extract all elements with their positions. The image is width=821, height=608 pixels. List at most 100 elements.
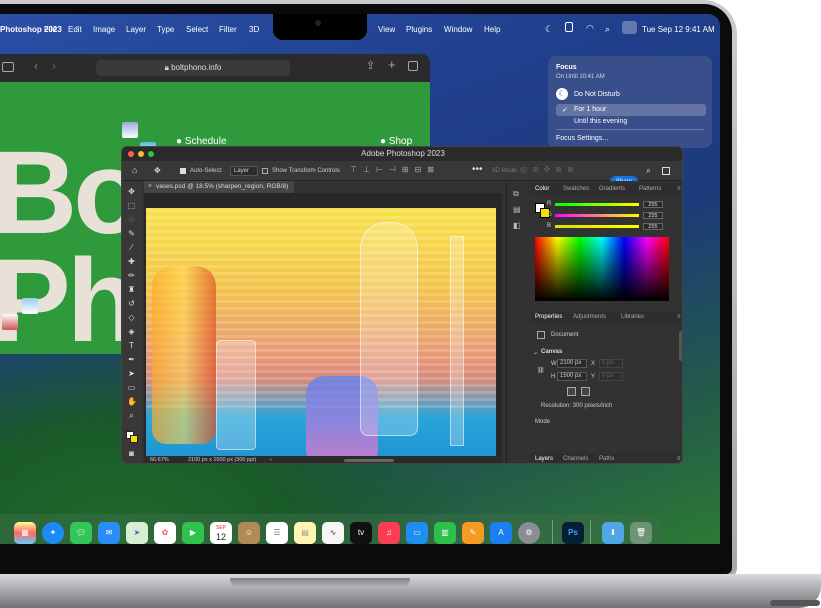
more-options-icon[interactable]: •••: [472, 164, 483, 175]
panel-menu-icon[interactable]: ≡: [677, 183, 681, 195]
g-slider[interactable]: [555, 214, 639, 217]
menu-image[interactable]: Image: [93, 25, 115, 34]
menu-3d[interactable]: 3D: [249, 25, 259, 34]
pages-icon[interactable]: ✎: [462, 522, 484, 544]
x-input[interactable]: 0 px: [599, 359, 623, 368]
photoshop-icon[interactable]: Ps: [562, 522, 584, 544]
menu-file[interactable]: File: [44, 25, 57, 34]
for-one-hour-option[interactable]: For 1 hour: [574, 106, 606, 113]
menu-edit[interactable]: Edit: [68, 25, 82, 34]
close-icon[interactable]: [128, 151, 134, 157]
messages-icon[interactable]: 💬︎: [70, 522, 92, 544]
reminders-icon[interactable]: ☰: [266, 522, 288, 544]
quick-mask-icon[interactable]: ◙: [127, 449, 136, 458]
system-settings-icon[interactable]: ⚙: [518, 522, 540, 544]
quick-select-tool-icon[interactable]: ✎: [127, 229, 136, 238]
menu-window[interactable]: Window: [444, 25, 472, 34]
menu-type[interactable]: Type: [157, 25, 174, 34]
canvas-chevron-icon[interactable]: ⌄: [533, 349, 538, 356]
path-select-icon[interactable]: ➤: [127, 369, 136, 378]
tab-color[interactable]: Color: [535, 183, 549, 195]
layer-dropdown[interactable]: Layer: [230, 166, 258, 176]
lasso-tool-icon[interactable]: ◌: [127, 215, 136, 224]
downloads-folder-icon[interactable]: ⬇: [602, 522, 624, 544]
panel-menu-icon[interactable]: ≡: [677, 453, 681, 463]
dnd-option[interactable]: Do Not Disturb: [574, 91, 620, 98]
sidebar-toggle-icon[interactable]: [2, 62, 14, 72]
healing-brush-icon[interactable]: ✚: [127, 257, 136, 266]
home-icon[interactable]: ⌂: [132, 165, 137, 175]
wifi-icon[interactable]: ◠: [586, 23, 594, 34]
eyedropper-tool-icon[interactable]: ⁄: [127, 243, 136, 252]
document-tab[interactable]: vases.psd @ 18.5% (sharpen_region, RGB/8…: [144, 181, 294, 193]
b-slider[interactable]: [555, 225, 639, 228]
eraser-tool-icon[interactable]: ◇: [127, 313, 136, 322]
auto-select-checkbox[interactable]: [180, 168, 186, 174]
r-value[interactable]: 255: [643, 201, 663, 208]
contacts-icon[interactable]: ☺: [238, 522, 260, 544]
horizontal-scrollbar[interactable]: [344, 459, 394, 462]
vases-photo[interactable]: [146, 208, 496, 463]
history-brush-icon[interactable]: ↺: [127, 299, 136, 308]
rectangle-tool-icon[interactable]: ▭: [127, 383, 136, 392]
menu-filter[interactable]: Filter: [219, 25, 237, 34]
tabs-overview-icon[interactable]: [408, 61, 418, 71]
b-value[interactable]: 255: [643, 223, 663, 230]
brush-tool-icon[interactable]: ✏: [127, 271, 136, 280]
type-tool-icon[interactable]: T: [127, 341, 136, 350]
height-input[interactable]: 1500 px: [557, 372, 587, 381]
menu-select[interactable]: Select: [186, 25, 208, 34]
tab-patterns[interactable]: Patterns: [639, 183, 661, 195]
launchpad-icon[interactable]: ▦: [14, 522, 36, 544]
menu-help[interactable]: Help: [484, 25, 500, 34]
safari-icon[interactable]: ✦: [42, 522, 64, 544]
paint-bucket-icon[interactable]: ◈: [127, 327, 136, 336]
app-store-icon[interactable]: A: [490, 522, 512, 544]
portrait-orientation-icon[interactable]: [567, 387, 576, 396]
menu-plugins[interactable]: Plugins: [406, 25, 432, 34]
menu-clock[interactable]: Tue Sep 12 9:41 AM: [642, 25, 715, 34]
focus-moon-icon[interactable]: ☾: [545, 24, 553, 35]
numbers-icon[interactable]: ▥: [434, 522, 456, 544]
tab-gradients[interactable]: Gradients: [599, 183, 625, 195]
until-evening-option[interactable]: Until this evening: [574, 118, 627, 125]
workspace-icon[interactable]: [662, 167, 670, 175]
screen-mirroring-icon[interactable]: [565, 22, 573, 32]
zoom-level[interactable]: 66.67%: [150, 456, 169, 463]
trash-icon[interactable]: 🗑︎: [630, 522, 652, 544]
hand-tool-icon[interactable]: ✋: [127, 397, 137, 406]
apple-tv-icon[interactable]: tv: [350, 522, 372, 544]
mail-icon[interactable]: ✉: [98, 522, 120, 544]
tab-properties[interactable]: Properties: [535, 311, 562, 323]
align-icons[interactable]: ⊤⊥⊢⊣⊞⊟⊠: [350, 165, 440, 174]
share-icon[interactable]: ⇪: [366, 59, 375, 72]
transform-checkbox[interactable]: [262, 168, 268, 174]
menu-view[interactable]: View: [378, 25, 395, 34]
control-center-icon[interactable]: [622, 21, 637, 34]
search-icon[interactable]: ⌕: [646, 165, 651, 176]
tab-paths[interactable]: Paths: [599, 453, 614, 463]
tab-swatches[interactable]: Swatches: [563, 183, 589, 195]
tab-channels[interactable]: Channels: [563, 453, 588, 463]
forward-icon[interactable]: ›: [52, 59, 56, 73]
photos-icon[interactable]: ✿: [154, 522, 176, 544]
properties-scrollbar[interactable]: [679, 331, 682, 361]
panel-menu-icon[interactable]: ≡: [677, 311, 681, 323]
back-icon[interactable]: ‹: [34, 59, 38, 73]
y-input[interactable]: 0 px: [599, 372, 623, 381]
pen-tool-icon[interactable]: ✒: [127, 355, 136, 364]
history-icon[interactable]: ⧉: [513, 189, 519, 199]
new-tab-icon[interactable]: +: [388, 57, 396, 72]
menu-layer[interactable]: Layer: [126, 25, 146, 34]
tab-libraries[interactable]: Libraries: [621, 311, 644, 323]
background-color-swatch[interactable]: [130, 435, 138, 443]
close-tab-icon[interactable]: ×: [148, 183, 152, 190]
move-tool-icon[interactable]: ✥: [154, 166, 161, 175]
url-bar[interactable]: 🔒︎ boltphono.info: [96, 60, 290, 76]
marquee-tool-icon[interactable]: ⬚: [127, 201, 136, 210]
r-slider[interactable]: [555, 203, 639, 206]
search-icon[interactable]: ⌕: [605, 24, 610, 35]
link-dimensions-icon[interactable]: ⛓: [537, 367, 545, 374]
freeform-icon[interactable]: ∿: [322, 522, 344, 544]
minimize-icon[interactable]: [138, 151, 144, 157]
